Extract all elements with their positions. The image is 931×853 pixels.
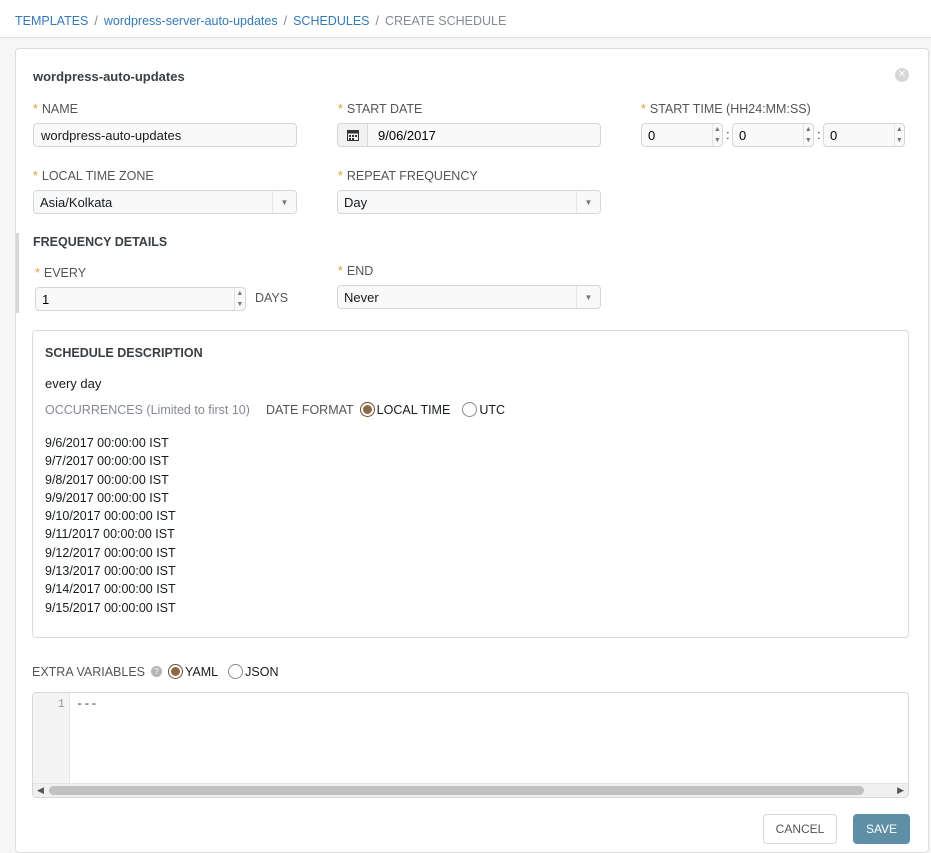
- extra-variables-label: EXTRA VARIABLES: [32, 664, 146, 679]
- start-date-label: * START DATE: [338, 102, 423, 116]
- start-time-minutes-input[interactable]: [733, 124, 803, 146]
- list-item: 9/14/2017 00:00:00 IST: [45, 582, 176, 597]
- breadcrumb-separator: /: [94, 14, 98, 28]
- start-time-minutes[interactable]: ▲▼: [732, 123, 814, 147]
- every-label: * EVERY: [35, 266, 87, 280]
- frequency-details-heading: FREQUENCY DETAILS: [33, 235, 168, 249]
- breadcrumb-templates[interactable]: TEMPLATES: [15, 14, 88, 28]
- extra-variables-row: EXTRA VARIABLES ? YAML JSON: [32, 664, 278, 679]
- occurrences-label: OCCURRENCES (Limited to first 10): [45, 402, 250, 417]
- end-select[interactable]: Never ▼: [337, 285, 601, 309]
- end-value: Never: [344, 289, 379, 305]
- chevron-down-icon: ▼: [576, 286, 600, 308]
- list-item: 9/13/2017 00:00:00 IST: [45, 564, 176, 579]
- chevron-down-icon: ▼: [272, 191, 296, 213]
- name-input[interactable]: [33, 123, 297, 147]
- horizontal-scrollbar[interactable]: ◀ ▶: [33, 783, 908, 797]
- help-icon[interactable]: ?: [151, 666, 163, 677]
- panel-title: wordpress-auto-updates: [33, 69, 185, 84]
- spinner-arrows-icon[interactable]: ▲ ▼: [893, 124, 904, 146]
- timezone-label: * LOCAL TIME ZONE: [33, 169, 154, 183]
- repeat-frequency-label: * REPEAT FREQUENCY: [338, 169, 478, 183]
- radio-utc-label[interactable]: UTC: [479, 403, 505, 417]
- schedule-description-box: SCHEDULE DESCRIPTION every day OCCURRENC…: [32, 330, 909, 638]
- spinner-arrows-icon[interactable]: ▲ ▼: [802, 124, 813, 146]
- spinner-arrows-icon[interactable]: ▲ ▼: [711, 124, 722, 146]
- list-item: 9/6/2017 00:00:00 IST: [45, 436, 169, 450]
- start-time-seconds-input[interactable]: [824, 124, 894, 146]
- radio-json[interactable]: [228, 664, 244, 679]
- list-item: 9/15/2017 00:00:00 IST: [45, 600, 176, 615]
- scroll-right-icon[interactable]: ▶: [897, 785, 904, 796]
- start-time-label: * START TIME (HH24:MM:SS): [641, 102, 811, 116]
- repeat-frequency-select[interactable]: Day ▼: [337, 190, 601, 214]
- start-time-seconds[interactable]: ▲▼: [823, 123, 905, 147]
- radio-yaml-label[interactable]: YAML: [185, 665, 218, 679]
- breadcrumb-separator: /: [283, 14, 288, 28]
- timezone-select[interactable]: Asia/Kolkata ▼: [33, 190, 297, 214]
- every-input[interactable]: [36, 288, 234, 310]
- every-stepper[interactable]: ▲▼: [35, 287, 246, 311]
- list-item: 9/10/2017 00:00:00 IST: [45, 509, 176, 524]
- schedule-description-heading: SCHEDULE DESCRIPTION: [45, 346, 203, 360]
- start-date-field: [337, 123, 601, 147]
- list-item: 9/9/2017 00:00:00 IST: [45, 490, 169, 505]
- scroll-left-icon[interactable]: ◀: [37, 785, 44, 796]
- frequency-details-bar: [16, 233, 19, 313]
- list-item: 9/12/2017 00:00:00 IST: [45, 545, 176, 560]
- name-label: * NAME: [33, 102, 78, 116]
- list-item: 9/8/2017 00:00:00 IST: [45, 472, 169, 487]
- breadcrumb-template-name[interactable]: wordpress-server-auto-updates: [104, 14, 278, 28]
- start-time-hours[interactable]: ▲▼: [641, 123, 723, 147]
- time-separator: :: [817, 127, 821, 142]
- time-separator: :: [726, 127, 730, 142]
- occurrences-list: 9/6/2017 00:00:00 IST 9/7/2017 00:00:00 …: [45, 434, 176, 617]
- editor-gutter: 1: [33, 693, 70, 783]
- radio-local-time[interactable]: [359, 402, 375, 417]
- repeat-frequency-value: Day: [344, 194, 368, 210]
- start-date-input[interactable]: [367, 123, 601, 147]
- end-label: * END: [338, 264, 374, 278]
- every-unit: DAYS: [255, 291, 289, 305]
- date-format-label: DATE FORMAT: [265, 402, 354, 417]
- close-icon[interactable]: ✕: [895, 68, 909, 82]
- schedule-description-text: every day: [45, 376, 102, 391]
- scrollbar-thumb[interactable]: [49, 786, 864, 795]
- editor-code-line[interactable]: ---: [76, 697, 98, 711]
- chevron-down-icon: ▼: [576, 191, 600, 213]
- timezone-value: Asia/Kolkata: [40, 194, 113, 210]
- list-item: 9/7/2017 00:00:00 IST: [45, 454, 169, 469]
- radio-local-time-label[interactable]: LOCAL TIME: [377, 403, 451, 417]
- breadcrumb-separator: /: [375, 14, 379, 28]
- breadcrumb: TEMPLATES / wordpress-server-auto-updates /…: [0, 0, 931, 38]
- radio-json-label[interactable]: JSON: [245, 665, 278, 679]
- breadcrumb-schedules[interactable]: SCHEDULES: [293, 14, 369, 28]
- breadcrumb-current: CREATE SCHEDULE: [384, 14, 507, 28]
- start-time-hours-input[interactable]: [642, 124, 712, 146]
- radio-yaml[interactable]: [168, 664, 184, 679]
- cancel-button[interactable]: CANCEL: [763, 814, 837, 844]
- extra-variables-editor[interactable]: 1 --- ◀ ▶: [32, 692, 909, 798]
- spinner-arrows-icon[interactable]: ▲ ▼: [233, 288, 245, 310]
- save-button[interactable]: SAVE: [853, 814, 910, 844]
- schedule-form-panel: wordpress-auto-updates ✕ *NAME *START DA…: [15, 48, 929, 853]
- occurrences-row: OCCURRENCES (Limited to first 10) DATE F…: [45, 402, 505, 417]
- radio-utc[interactable]: [462, 402, 478, 417]
- calendar-icon[interactable]: [337, 123, 367, 147]
- line-number: 1: [57, 697, 65, 711]
- list-item: 9/11/2017 00:00:00 IST: [45, 527, 175, 542]
